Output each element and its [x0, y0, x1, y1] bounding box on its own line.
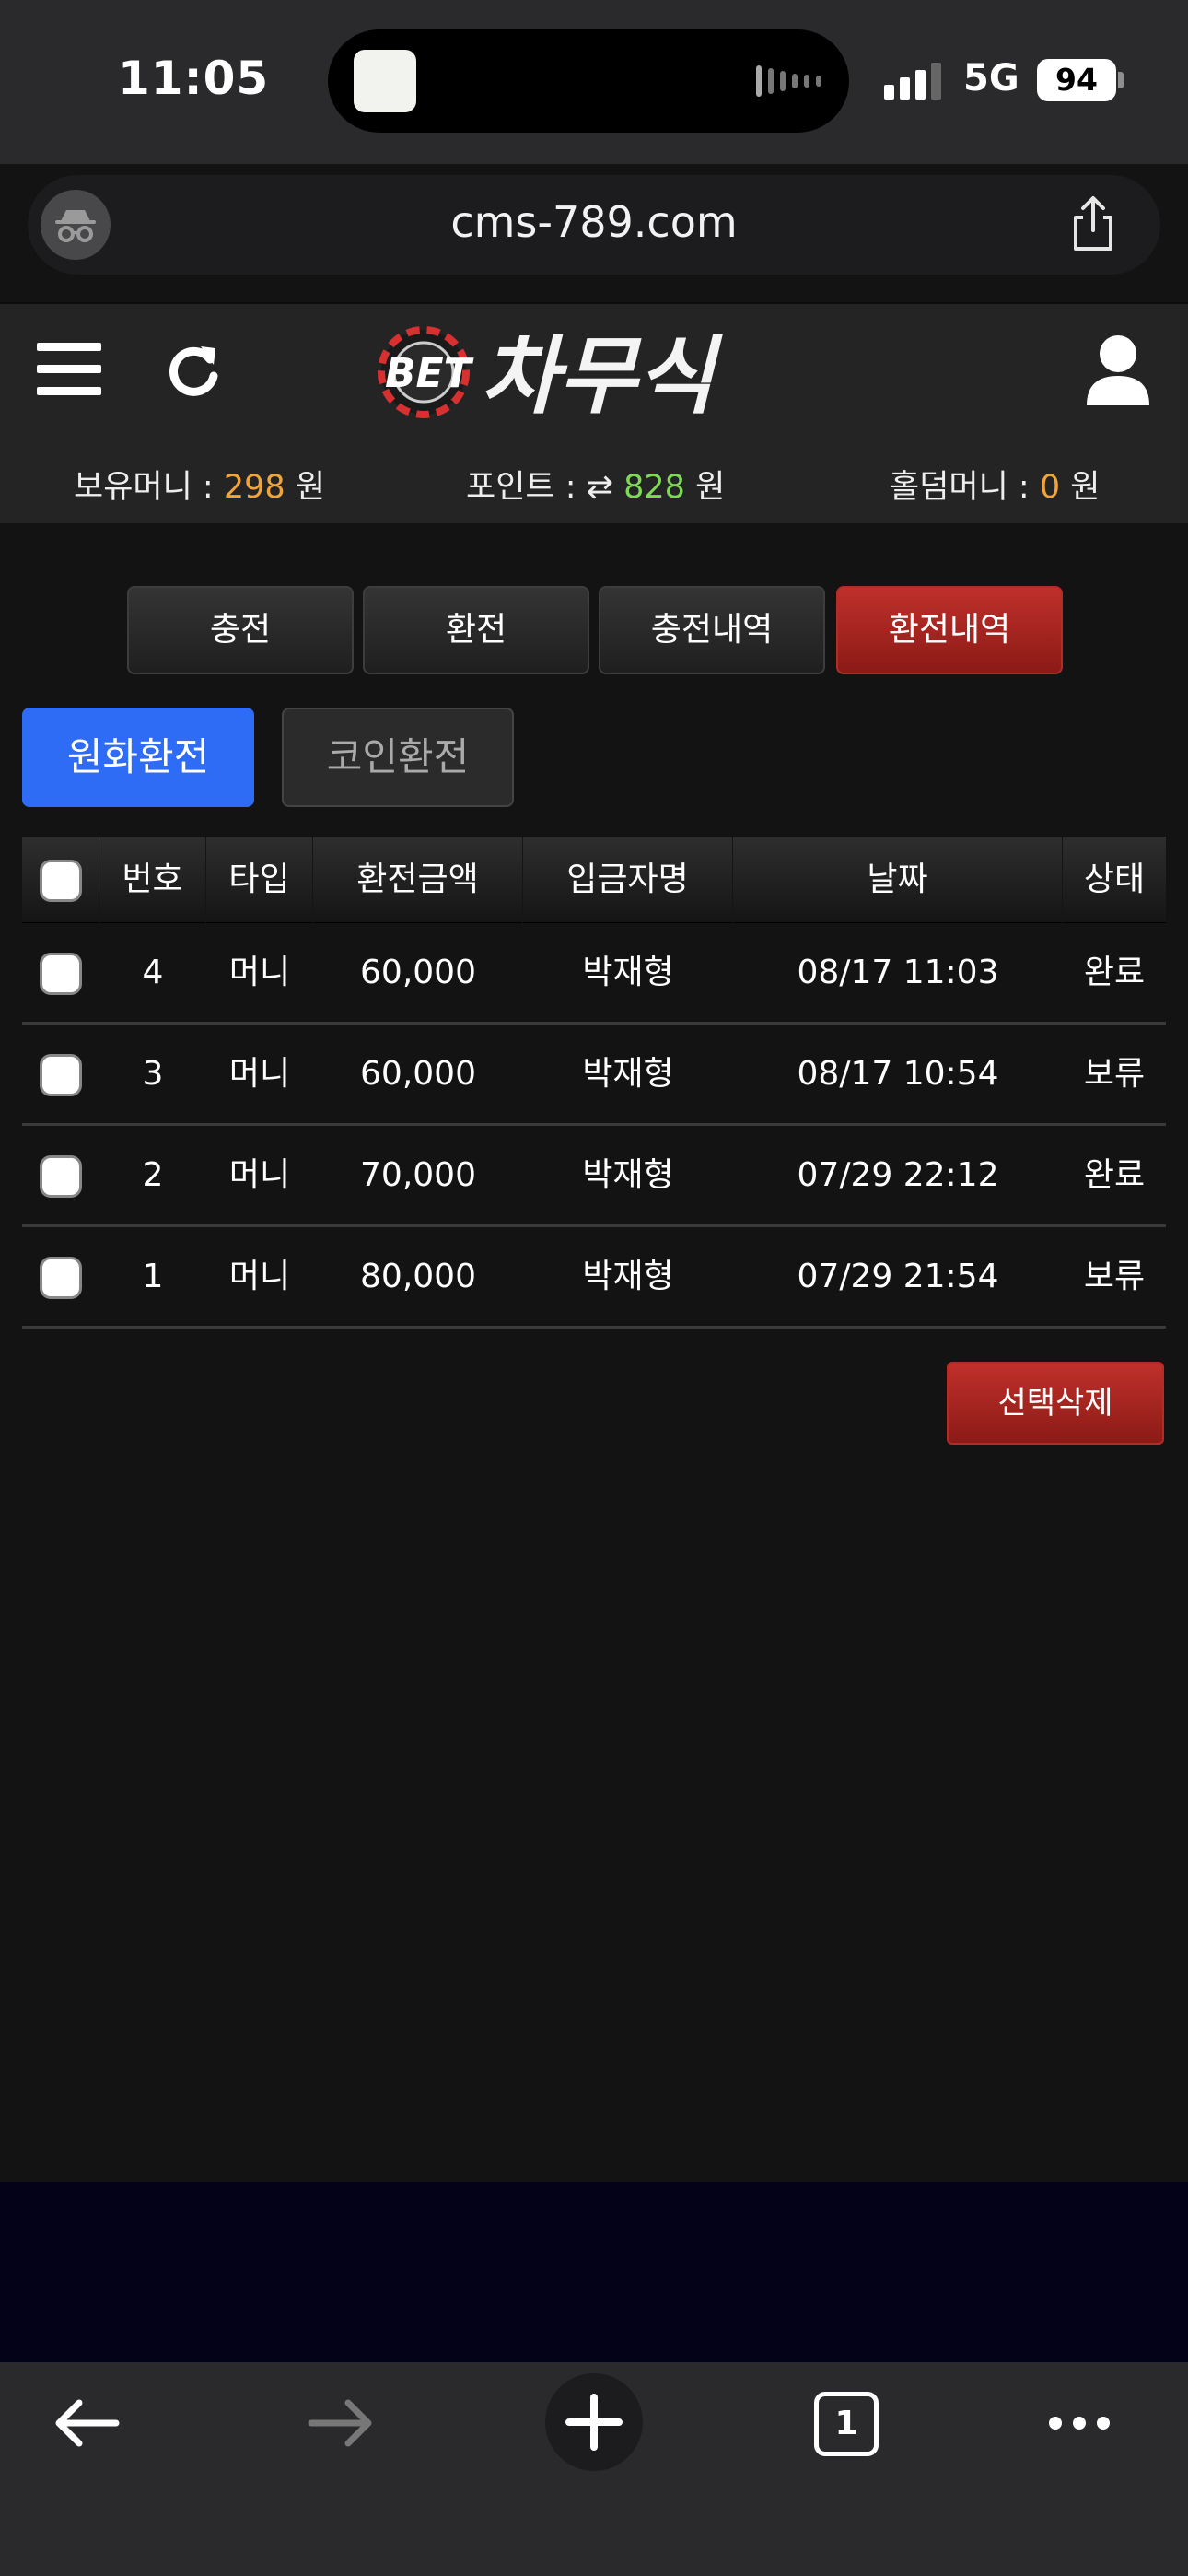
- header-depositor: 입금자명: [523, 837, 733, 923]
- more-icon[interactable]: [1046, 2414, 1112, 2436]
- row-amount: 60,000: [360, 954, 476, 991]
- now-playing-thumbnail: [354, 50, 416, 112]
- table-row: 2 머니 70,000 박재형 07/29 22:12 완료: [22, 1126, 1166, 1227]
- table-row: 1 머니 80,000 박재형 07/29 21:54 보류: [22, 1227, 1166, 1329]
- row-date: 08/17 11:03: [797, 954, 999, 991]
- row-status: 보류: [1083, 1258, 1146, 1295]
- address-bar[interactable]: cms-789.com: [28, 175, 1160, 275]
- status-time: 11:05: [118, 52, 270, 105]
- balance-bar: 보유머니 : 298 원 포인트 : ⇄ 828 원 홀덤머니 : 0 원: [0, 461, 1188, 507]
- header-number: 번호: [99, 837, 206, 923]
- row-checkbox[interactable]: [40, 1054, 82, 1096]
- withdraw-history-table: 번호 타입 환전금액 입금자명 날짜 상태 4 머니 60,000 박재형 08…: [22, 837, 1166, 1329]
- money-balance: 보유머니 : 298 원: [74, 469, 326, 506]
- select-all-checkbox[interactable]: [39, 860, 82, 902]
- holdem-value: 0: [1039, 469, 1061, 506]
- footer-band: [0, 2182, 1188, 2362]
- back-icon[interactable]: [52, 2395, 122, 2454]
- header-status: 상태: [1083, 861, 1146, 898]
- battery-tip: [1118, 72, 1124, 88]
- row-checkbox[interactable]: [40, 1155, 82, 1198]
- network-type: 5G: [963, 57, 1019, 100]
- logo-bet-text: BET: [385, 350, 474, 397]
- tab-withdraw-history[interactable]: 환전내역: [836, 586, 1063, 674]
- refresh-icon[interactable]: [162, 339, 225, 402]
- plus-icon: [565, 2394, 623, 2451]
- status-bar: 11:05 5G 94: [0, 0, 1188, 164]
- row-depositor: 박재형: [582, 1156, 674, 1194]
- row-amount: 80,000: [360, 1258, 476, 1295]
- table-header: 번호 타입 환전금액 입금자명 날짜 상태: [22, 837, 1166, 923]
- row-type: 머니: [228, 1156, 291, 1194]
- new-tab-button[interactable]: [545, 2373, 643, 2471]
- row-depositor: 박재형: [582, 954, 674, 991]
- row-number: 4: [142, 954, 164, 991]
- table-row: 4 머니 60,000 박재형 08/17 11:03 완료: [22, 923, 1166, 1025]
- row-date: 07/29 21:54: [797, 1258, 999, 1295]
- browser-toolbar: 1: [0, 2362, 1188, 2576]
- tab-deposit-history[interactable]: 충전내역: [599, 586, 825, 674]
- user-icon[interactable]: [1083, 332, 1153, 409]
- tab-withdraw[interactable]: 환전: [363, 586, 589, 674]
- row-date: 08/17 10:54: [797, 1055, 999, 1093]
- row-checkbox[interactable]: [40, 1257, 82, 1299]
- share-icon[interactable]: [1063, 193, 1124, 254]
- url-text: cms-789.com: [450, 197, 738, 247]
- header-amount: 환전금액: [313, 837, 523, 923]
- row-type: 머니: [228, 1258, 291, 1295]
- delete-selected-button[interactable]: 선택삭제: [947, 1362, 1164, 1445]
- dynamic-island: [328, 29, 849, 133]
- row-checkbox[interactable]: [40, 953, 82, 995]
- row-depositor: 박재형: [582, 1258, 674, 1295]
- row-type: 머니: [228, 954, 291, 991]
- row-amount: 60,000: [360, 1055, 476, 1093]
- row-depositor: 박재형: [582, 1055, 674, 1093]
- site-header: BET 차무식 보유머니 : 298 원 포인트 : ⇄ 828 원 홀덤머니 …: [0, 302, 1188, 523]
- forward-icon[interactable]: [306, 2395, 376, 2454]
- tab-coin-withdraw[interactable]: 코인환전: [282, 708, 514, 807]
- row-date: 07/29 22:12: [797, 1156, 999, 1194]
- logo-name-text: 차무식: [481, 327, 723, 426]
- row-amount: 70,000: [360, 1156, 476, 1194]
- row-type: 머니: [228, 1055, 291, 1093]
- holdem-balance: 홀덤머니 : 0 원: [890, 469, 1101, 506]
- battery-icon: 94: [1037, 59, 1116, 101]
- tab-deposit[interactable]: 충전: [127, 586, 354, 674]
- table-row: 3 머니 60,000 박재형 08/17 10:54 보류: [22, 1025, 1166, 1126]
- row-number: 1: [142, 1258, 164, 1295]
- row-number: 3: [142, 1055, 164, 1093]
- header-type: 타입: [206, 837, 313, 923]
- site-logo[interactable]: BET 차무식: [378, 317, 801, 427]
- row-status: 완료: [1083, 1156, 1146, 1194]
- row-number: 2: [142, 1156, 164, 1194]
- menu-icon[interactable]: [37, 343, 101, 396]
- cellular-signal-icon: [884, 59, 941, 100]
- tab-krw-withdraw[interactable]: 원화환전: [22, 708, 254, 807]
- point-value: 828: [623, 469, 685, 506]
- point-balance: 포인트 : ⇄ 828 원: [466, 469, 726, 506]
- row-status: 보류: [1083, 1055, 1146, 1093]
- exchange-icon[interactable]: ⇄: [587, 469, 613, 506]
- header-date: 날짜: [733, 837, 1063, 923]
- tabs-button[interactable]: 1: [814, 2392, 879, 2456]
- money-value: 298: [223, 469, 285, 506]
- row-status: 완료: [1083, 954, 1146, 991]
- audio-wave-icon: [756, 64, 821, 98]
